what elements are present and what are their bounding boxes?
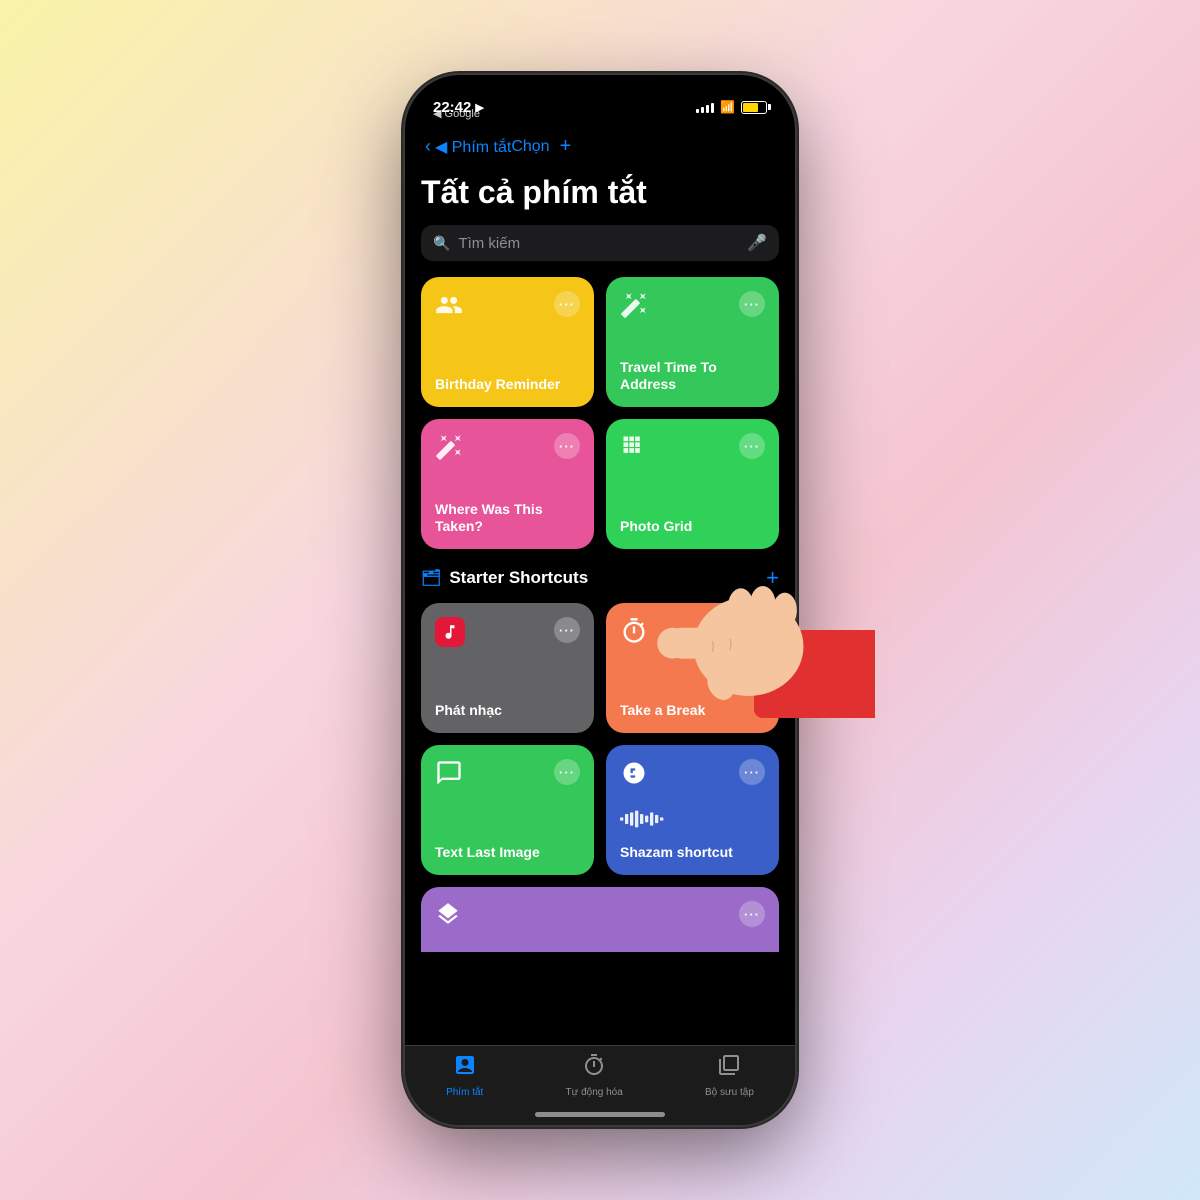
screen: 22:42 ▶ ◀ Google 📶 (405, 75, 795, 1125)
shortcut-card-where-taken[interactable]: ··· Where Was This Taken? (421, 419, 594, 549)
card-header: ··· (620, 291, 765, 326)
card-menu-button[interactable]: ··· (554, 759, 580, 785)
card-label-take-break: Take a Break (620, 702, 765, 719)
status-icons: 📶 (696, 100, 767, 114)
card-menu-button[interactable]: ··· (739, 901, 765, 927)
shortcut-card-text-last-image[interactable]: ··· Text Last Image (421, 745, 594, 875)
card-header: ··· (620, 759, 765, 794)
card-menu-button[interactable]: ··· (554, 433, 580, 459)
signal-bar-4 (711, 103, 714, 113)
card-label-shazam: Shazam shortcut (620, 844, 765, 861)
shortcut-card-travel-time[interactable]: ··· Travel Time To Address (606, 277, 779, 407)
wifi-icon: 📶 (720, 100, 735, 114)
card-header: ··· (620, 617, 765, 652)
nav-bar: ‹ ◀ Phím tắt Chọn + (405, 127, 795, 166)
wand-icon-2 (435, 433, 463, 468)
stack-icon (435, 901, 461, 934)
scene: 22:42 ▶ ◀ Google 📶 (405, 75, 795, 1125)
collection-tab-label: Bộ sưu tập (705, 1087, 754, 1098)
card-menu-button[interactable]: ··· (739, 291, 765, 317)
people-icon (435, 291, 463, 326)
back-button-label: ◀ Phím tắt (435, 137, 511, 157)
search-input[interactable]: Tìm kiếm (458, 235, 739, 252)
shortcut-card-photo-grid[interactable]: ··· Photo Grid (606, 419, 779, 549)
signal-bars-icon (696, 101, 714, 113)
card-label-text-last-image: Text Last Image (435, 844, 580, 861)
battery-fill (743, 103, 758, 112)
folder-icon: 🗂 (421, 568, 441, 588)
shortcuts-grid: ··· Birthday Reminder ··· (421, 277, 779, 549)
card-label-where-taken: Where Was This Taken? (435, 501, 580, 535)
card-menu-button[interactable]: ··· (739, 759, 765, 785)
back-label: ◀ Google (433, 107, 480, 120)
shortcuts-tab-icon (453, 1053, 477, 1083)
tab-bar: Phím tắt Tự động hóa (405, 1045, 795, 1125)
card-header: ··· (435, 901, 765, 934)
card-header: ··· (435, 291, 580, 326)
tab-shortcuts[interactable]: Phím tắt (446, 1053, 483, 1098)
home-indicator (535, 1112, 665, 1117)
collection-tab-icon (717, 1053, 741, 1083)
signal-bar-1 (696, 109, 699, 113)
search-icon: 🔍 (433, 235, 450, 252)
card-header: ··· (435, 759, 580, 794)
add-shortcut-button[interactable]: + (560, 135, 572, 158)
partial-card-container: ··· (421, 887, 779, 952)
add-starter-shortcut-button[interactable]: + (766, 565, 779, 591)
wand-stars-icon (620, 291, 648, 326)
card-menu-button[interactable]: ··· (739, 433, 765, 459)
notch (525, 75, 675, 107)
chevron-left-icon: ‹ (425, 136, 431, 157)
nav-actions: Chọn + (511, 135, 571, 158)
starter-shortcuts-section-header: 🗂 Starter Shortcuts + (421, 565, 779, 591)
shortcut-card-take-break[interactable]: ··· Take a Break (606, 603, 779, 733)
microphone-icon[interactable]: 🎤 (747, 233, 767, 253)
message-icon (435, 759, 463, 794)
music-app-icon (435, 617, 465, 647)
card-label-travel-time: Travel Time To Address (620, 359, 765, 393)
card-menu-button[interactable]: ··· (554, 291, 580, 317)
choose-button[interactable]: Chọn (511, 138, 549, 156)
page-title: Tất cả phím tắt (421, 174, 779, 211)
phone: 22:42 ▶ ◀ Google 📶 (405, 75, 795, 1125)
shazam-icon (620, 759, 648, 794)
signal-bar-2 (701, 107, 704, 113)
automation-tab-icon (582, 1053, 606, 1083)
tab-collection[interactable]: Bộ sưu tập (705, 1053, 754, 1098)
section-title: 🗂 Starter Shortcuts (421, 568, 588, 588)
shortcut-card-phat-nhac[interactable]: ··· Phát nhạc (421, 603, 594, 733)
signal-bar-3 (706, 105, 709, 113)
battery-icon (741, 101, 767, 114)
content-area: Tất cả phím tắt 🔍 Tìm kiếm 🎤 (405, 166, 795, 952)
partial-shortcut-card[interactable]: ··· (421, 887, 779, 952)
search-bar[interactable]: 🔍 Tìm kiếm 🎤 (421, 225, 779, 261)
card-header: ··· (620, 433, 765, 468)
card-header: ··· (435, 433, 580, 468)
shazam-wave (620, 809, 765, 829)
card-label-photo-grid: Photo Grid (620, 518, 765, 535)
shortcuts-tab-label: Phím tắt (446, 1087, 483, 1098)
card-label-birthday-reminder: Birthday Reminder (435, 376, 580, 393)
card-label-phat-nhac: Phát nhạc (435, 702, 580, 719)
timer-icon (620, 617, 648, 652)
back-button[interactable]: ‹ ◀ Phím tắt (425, 136, 511, 157)
tab-automation[interactable]: Tự động hóa (565, 1053, 622, 1098)
card-menu-button[interactable]: ··· (739, 617, 765, 643)
shortcut-card-birthday-reminder[interactable]: ··· Birthday Reminder (421, 277, 594, 407)
shortcut-card-shazam[interactable]: ··· (606, 745, 779, 875)
section-title-label: Starter Shortcuts (449, 568, 588, 588)
card-menu-button[interactable]: ··· (554, 617, 580, 643)
back-app-label: ◀ Google (433, 108, 480, 120)
grid-icon (620, 433, 648, 468)
starter-shortcuts-grid: ··· Phát nhạc (421, 603, 779, 875)
automation-tab-label: Tự động hóa (565, 1087, 622, 1098)
